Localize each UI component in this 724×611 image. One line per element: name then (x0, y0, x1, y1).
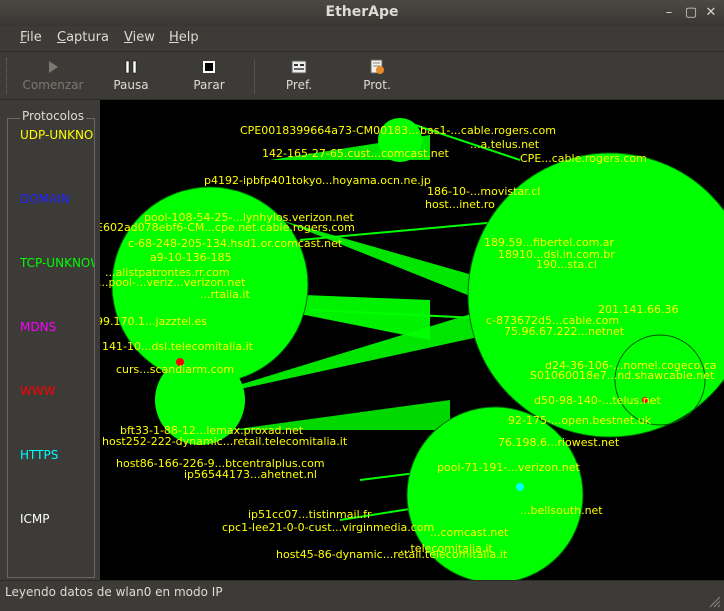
host-label: c-68-248-205-134.hsd1.or.comcast.net (128, 237, 343, 250)
protocols-list: UDP-UNKNOWN DOMAIN TCP-UNKNOWN MDNS WWW … (7, 118, 95, 578)
host-label: ip56544173...ahetnet.nl (184, 468, 317, 481)
protocols-title: Protocolos (20, 109, 86, 123)
host-label: pool-71-191-...verizon.net (437, 461, 580, 474)
menu-file[interactable]: File (20, 30, 42, 45)
host-label: 142-165-27-65.cust...comcast.net (262, 147, 450, 160)
window-title: EtherApe (325, 4, 399, 20)
stop-icon (174, 58, 244, 76)
protocols-icon (342, 58, 412, 76)
protocol-https[interactable]: HTTPS (20, 448, 58, 462)
host-label: CPE0018399664a73-CM00183... (240, 124, 419, 137)
host-label: 75.96.67.222...netnet (504, 325, 625, 338)
host-label: ...bellsouth.net (520, 504, 603, 517)
menu-help[interactable]: Help (169, 30, 199, 45)
host-label: host...inet.ro (425, 198, 495, 211)
host-label: 141-10...dsl.telecomitalia.it (102, 340, 254, 353)
play-icon (18, 58, 88, 76)
node-cyan[interactable] (516, 483, 524, 491)
title-bar: EtherApe – ▢ ✕ (0, 0, 724, 26)
stop-button[interactable]: Parar (174, 56, 244, 96)
protocols-button[interactable]: Prot. (342, 56, 412, 96)
pause-icon (96, 58, 166, 76)
host-label: ...telecomitalia.it (400, 542, 493, 555)
status-bar: Leyendo datos de wlan0 en modo IP (0, 580, 724, 611)
network-graph-canvas[interactable]: CPE0018399664a73-CM00183... bas1-...cabl… (100, 100, 724, 580)
protocol-mdns[interactable]: MDNS (20, 320, 56, 334)
host-label: p4192-ipbfp401tokyo...hoyama.ocn.ne.jp (204, 174, 431, 187)
host-label: curs...scandiarm.com (116, 363, 234, 376)
menu-bar: File Captura View Help (0, 26, 724, 52)
host-label: host252-222-dynamic...retail.telecomital… (102, 435, 348, 448)
host-label: bas1-...cable.rogers.com (420, 124, 556, 137)
protocols-panel: Protocolos UDP-UNKNOWN DOMAIN TCP-UNKNOW… (0, 100, 100, 580)
host-label: 201.141.66.36 (598, 303, 678, 316)
host-label: cpc1-lee21-0-0-cust...virginmedia.com (222, 521, 434, 534)
host-label: ...rtalia.it (200, 288, 250, 301)
preferences-icon (264, 58, 334, 76)
toolbar-grip[interactable] (6, 58, 10, 94)
network-graph: CPE0018399664a73-CM00183... bas1-...cabl… (100, 118, 724, 580)
host-label: ...a.telus.net (470, 138, 540, 151)
host-label: CPE...cable.rogers.com (520, 152, 647, 165)
minimize-icon[interactable]: – (662, 6, 676, 20)
toolbar: Comenzar Pausa Parar Pref. Prot. (0, 52, 724, 100)
menu-captura[interactable]: Captura (57, 30, 109, 45)
host-label: 99.170.1...jazztel.es (100, 315, 207, 328)
protocol-icmp[interactable]: ICMP (20, 512, 50, 526)
host-label: a9-10-136-185 (150, 251, 232, 264)
close-icon[interactable]: ✕ (704, 6, 718, 20)
protocol-tcp-unknown[interactable]: TCP-UNKNOWN (20, 256, 94, 270)
menu-view[interactable]: View (124, 30, 155, 45)
pause-button[interactable]: Pausa (96, 56, 166, 96)
protocol-udp-unknown[interactable]: UDP-UNKNOWN (20, 128, 94, 142)
protocol-www[interactable]: WWW (20, 384, 56, 398)
host-label: 190...sta.cl (536, 258, 597, 271)
host-label: d50-98-140-...telus.net (534, 394, 661, 407)
toolbar-separator (254, 60, 255, 94)
start-button[interactable]: Comenzar (18, 56, 88, 96)
status-text: Leyendo datos de wlan0 en modo IP (5, 585, 223, 599)
host-label: S01060018e7...nd.shawcable.net (530, 369, 715, 382)
host-label: E602ad078ebf6-CM...cpe.net.cable.rogers.… (100, 221, 355, 234)
resize-grip-icon[interactable] (709, 596, 721, 608)
protocol-domain[interactable]: DOMAIN (20, 192, 70, 206)
host-label: ip51cc07...tistinmail.fr (248, 508, 372, 521)
host-label: 76.198.6...riowest.net (498, 436, 620, 449)
preferences-button[interactable]: Pref. (264, 56, 334, 96)
host-label: 186-10-...movistar.cl (427, 185, 540, 198)
host-label: 92-175-...open.bestnet.uk (508, 414, 652, 427)
maximize-icon[interactable]: ▢ (684, 6, 698, 20)
host-label: ...comcast.net (430, 526, 509, 539)
